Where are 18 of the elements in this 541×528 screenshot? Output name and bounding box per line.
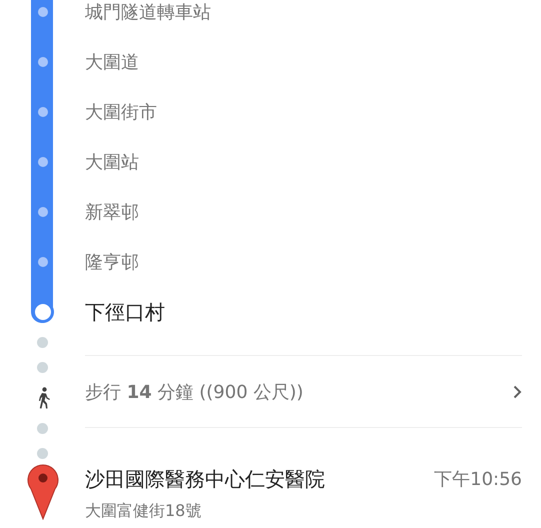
chevron-right-icon — [513, 384, 522, 398]
path-dot — [37, 423, 48, 434]
destination-name: 沙田國際醫務中心仁安醫院 — [85, 466, 325, 492]
path-dot — [37, 448, 48, 459]
stop-name: 大圍站 — [85, 152, 139, 173]
stop-name: 城門隧道轉車站 — [85, 2, 211, 23]
destination-address: 大圍富健街18號 — [85, 501, 202, 522]
walk-duration: 步行 14 分鐘 ((900 公尺)) — [85, 380, 304, 404]
stop-name: 新翠邨 — [85, 202, 139, 223]
arrival-time: 下午10:56 — [434, 468, 522, 491]
walking-directions-row[interactable]: 步行 14 分鐘 ((900 公尺)) — [85, 355, 522, 428]
stop-name: 下徑口村 — [85, 300, 165, 324]
stop-name: 大圍道 — [85, 52, 139, 73]
location-pin-icon — [26, 463, 58, 520]
stop-name: 大圍街市 — [85, 102, 157, 123]
stop-name: 隆亨邨 — [85, 252, 139, 273]
path-dot — [37, 362, 48, 373]
path-dot — [37, 337, 48, 348]
